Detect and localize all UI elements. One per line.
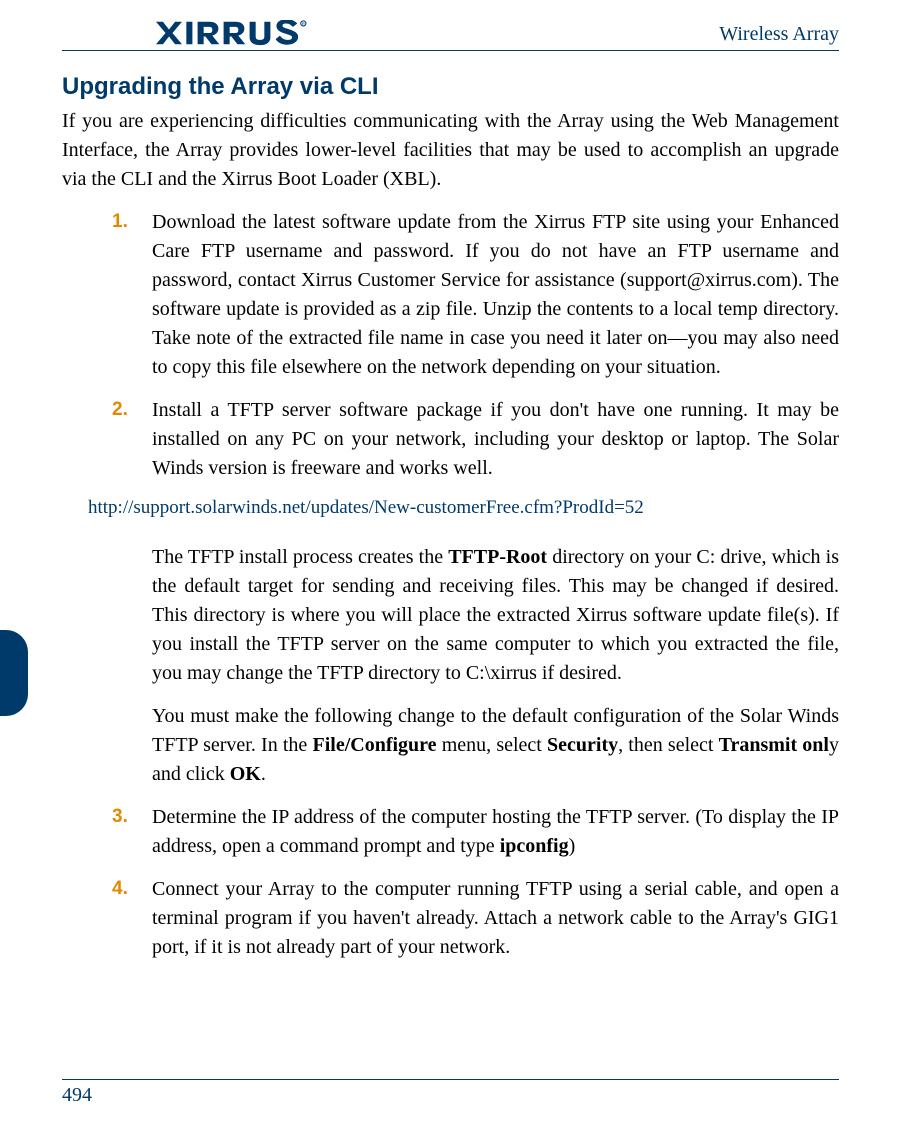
text: , then select xyxy=(618,734,718,756)
steps-list: 1. Download the latest software update f… xyxy=(102,208,839,483)
step-text: Connect your Array to the computer runni… xyxy=(152,878,839,958)
text: menu, select xyxy=(437,734,547,756)
section-title: Upgrading the Array via CLI xyxy=(62,73,839,101)
step-text: Download the latest software update from… xyxy=(152,211,839,378)
step-number: 4. xyxy=(112,875,128,903)
bold-text: Security xyxy=(547,734,618,756)
bold-text: Transmit onl xyxy=(719,734,829,756)
step-number: 3. xyxy=(112,803,128,831)
page-number: 494 xyxy=(62,1084,92,1106)
step-number: 2. xyxy=(112,396,128,424)
bold-text: TFTP-Root xyxy=(448,546,547,568)
page-footer: 494 xyxy=(62,1079,839,1107)
step-number: 1. xyxy=(112,208,128,236)
header-title: Wireless Array xyxy=(719,23,839,46)
bold-text: ipconfig xyxy=(500,835,569,857)
step-text: Determine the IP address of the computer… xyxy=(152,806,839,857)
steps-list-continued: 3. Determine the IP address of the compu… xyxy=(102,803,839,962)
text: ) xyxy=(569,835,576,857)
text: Determine the IP address of the computer… xyxy=(152,806,839,857)
solarwinds-url[interactable]: http://support.solarwinds.net/updates/Ne… xyxy=(88,497,839,519)
text: . xyxy=(261,763,266,785)
page-header: R Wireless Array xyxy=(62,20,839,51)
step-2-continuation-1: The TFTP install process creates the TFT… xyxy=(152,543,839,688)
step-3: 3. Determine the IP address of the compu… xyxy=(102,803,839,861)
step-1: 1. Download the latest software update f… xyxy=(102,208,839,382)
intro-paragraph: If you are experiencing difficulties com… xyxy=(62,107,839,194)
step-2-continuation-2: You must make the following change to th… xyxy=(152,702,839,789)
step-2: 2. Install a TFTP server software packag… xyxy=(102,396,839,483)
step-4: 4. Connect your Array to the computer ru… xyxy=(102,875,839,962)
step-text: Install a TFTP server software package i… xyxy=(152,399,839,479)
bold-text: File/Configure xyxy=(312,734,436,756)
svg-text:R: R xyxy=(302,22,305,27)
brand-logo: R xyxy=(154,20,314,46)
page: R Wireless Array Upgrading the Array via… xyxy=(0,0,901,1133)
bold-text: OK xyxy=(230,763,261,785)
text: The TFTP install process creates the xyxy=(152,546,448,568)
